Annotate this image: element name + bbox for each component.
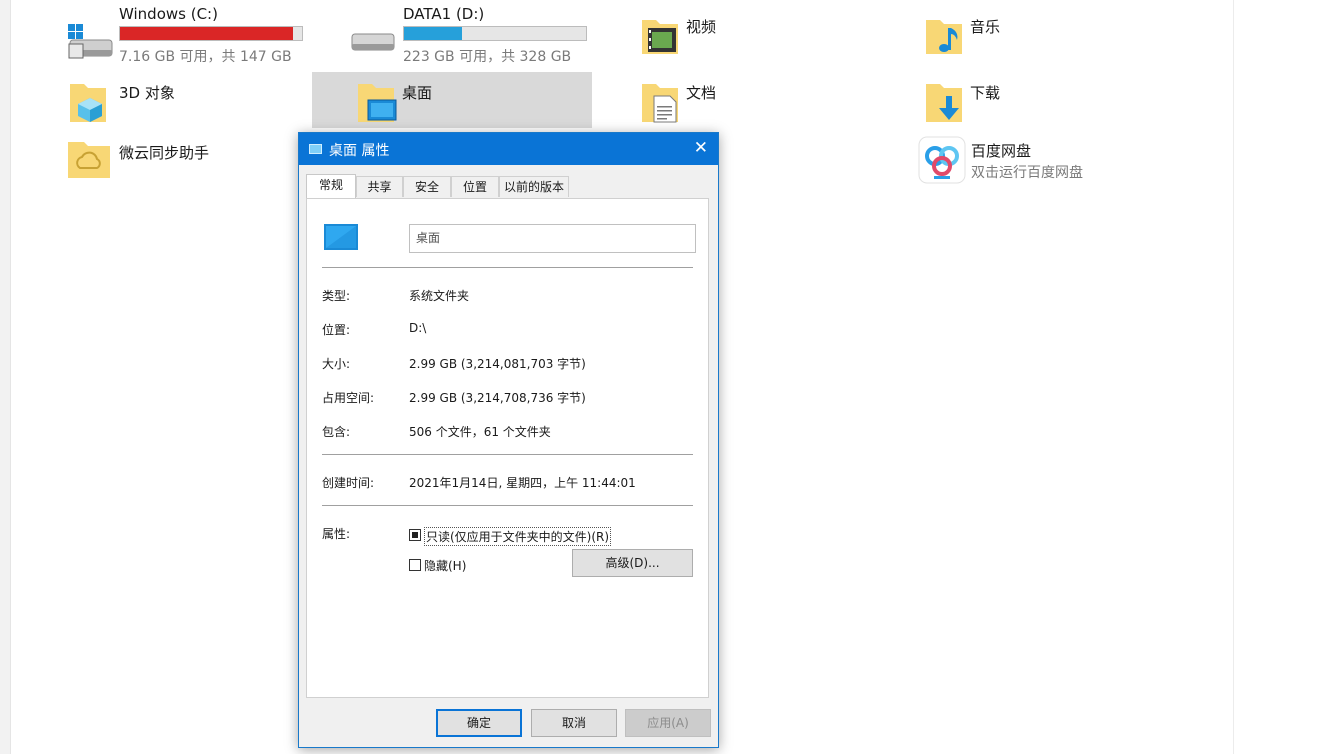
desktop-large-icon	[323, 222, 359, 258]
cloud-folder-icon	[66, 138, 112, 184]
size-label: 大小:	[322, 357, 351, 371]
hard-drive-icon	[350, 30, 398, 60]
tab-previous-versions[interactable]: 以前的版本	[499, 176, 569, 197]
contains-label: 包含:	[322, 425, 351, 439]
properties-dialog: 桌面 属性 ✕ 常规 共享 安全 位置 以前的版本 桌面 类型: 系统文件夹 位…	[298, 132, 719, 748]
dialog-titlebar[interactable]: 桌面 属性 ✕	[299, 133, 718, 165]
folder-desktop[interactable]: 桌面	[312, 72, 592, 128]
folder-downloads[interactable]: 下载	[920, 72, 1180, 128]
baidu-netdisk-label: 百度网盘	[971, 142, 1032, 160]
folder-weiyun-label: 微云同步助手	[119, 144, 210, 162]
video-folder-icon	[640, 12, 680, 62]
ok-button[interactable]: 确定	[436, 709, 522, 737]
location-value: D:\	[409, 321, 427, 335]
tab-general[interactable]: 常规	[306, 174, 356, 198]
folder-name-input[interactable]: 桌面	[409, 224, 696, 253]
dialog-title: 桌面 属性	[329, 143, 390, 159]
drive-c-name: Windows (C:)	[119, 5, 218, 23]
created-label: 创建时间:	[322, 476, 375, 490]
drive-d-usage-fill	[404, 27, 463, 40]
attributes-label: 属性:	[322, 527, 351, 541]
drive-d-space: 223 GB 可用，共 328 GB	[403, 49, 572, 65]
tab-sharing[interactable]: 共享	[356, 176, 403, 197]
tab-security[interactable]: 安全	[403, 176, 451, 197]
folder-videos-label: 视频	[686, 18, 717, 36]
folder-music-label: 音乐	[970, 18, 1001, 36]
divider-3	[322, 505, 693, 506]
folder-videos[interactable]: 视频	[636, 8, 896, 64]
download-folder-icon	[924, 76, 968, 130]
general-tab-panel: 桌面 类型: 系统文件夹 位置: D:\ 大小: 2.99 GB (3,214,…	[306, 198, 709, 698]
hidden-checkbox[interactable]	[409, 559, 421, 571]
drive-c-usage-fill	[120, 27, 293, 40]
drive-d-name: DATA1 (D:)	[403, 5, 485, 23]
readonly-label[interactable]: 只读(仅应用于文件夹中的文件)(R)	[424, 527, 612, 546]
folder-desktop-label: 桌面	[402, 84, 433, 102]
location-label: 位置:	[322, 323, 351, 337]
baidu-netdisk-shortcut[interactable]: 百度网盘 双击运行百度网盘	[916, 134, 1196, 190]
folder-downloads-label: 下载	[970, 84, 1001, 102]
drive-d-usage-bar	[403, 26, 587, 41]
type-label: 类型:	[322, 289, 351, 303]
hidden-label[interactable]: 隐藏(H)	[424, 557, 466, 574]
type-value: 系统文件夹	[409, 289, 470, 303]
drive-d-tile[interactable]: DATA1 (D:) 223 GB 可用，共 328 GB	[346, 2, 596, 68]
folder-music[interactable]: 音乐	[920, 8, 1180, 64]
desktop-small-icon	[309, 144, 322, 154]
size-value: 2.99 GB (3,214,081,703 字节)	[409, 357, 586, 371]
cube-folder-icon	[68, 76, 112, 130]
desktop-folder-icon	[356, 76, 400, 130]
contains-value: 506 个文件，61 个文件夹	[409, 425, 551, 439]
windows-drive-icon	[66, 22, 114, 66]
folder-3d-objects[interactable]: 3D 对象	[62, 72, 312, 128]
size-on-disk-value: 2.99 GB (3,214,708,736 字节)	[409, 391, 586, 405]
size-on-disk-label: 占用空间:	[322, 391, 375, 405]
cancel-button[interactable]: 取消	[531, 709, 617, 737]
document-folder-icon	[640, 76, 684, 130]
left-scroll-strip	[0, 0, 11, 754]
drive-c-space: 7.16 GB 可用，共 147 GB	[119, 49, 292, 65]
divider-1	[322, 267, 693, 268]
drive-c-tile[interactable]: Windows (C:) 7.16 GB 可用，共 147 GB	[62, 2, 312, 68]
close-icon[interactable]: ✕	[694, 138, 708, 158]
created-value: 2021年1月14日, 星期四，上午 11:44:01	[409, 476, 636, 490]
folder-3d-objects-label: 3D 对象	[119, 84, 175, 102]
readonly-checkbox[interactable]	[409, 529, 421, 541]
drive-c-usage-bar	[119, 26, 303, 41]
music-folder-icon	[924, 12, 964, 62]
folder-documents[interactable]: 文档	[636, 72, 896, 128]
folder-documents-label: 文档	[686, 84, 717, 102]
baidu-netdisk-icon	[918, 136, 966, 188]
baidu-netdisk-subtitle: 双击运行百度网盘	[971, 165, 1083, 181]
folder-weiyun[interactable]: 微云同步助手	[62, 134, 298, 190]
tab-location[interactable]: 位置	[451, 176, 499, 197]
pane-divider	[1233, 0, 1234, 754]
apply-button[interactable]: 应用(A)	[625, 709, 711, 737]
advanced-button[interactable]: 高级(D)...	[572, 549, 693, 577]
divider-2	[322, 454, 693, 455]
